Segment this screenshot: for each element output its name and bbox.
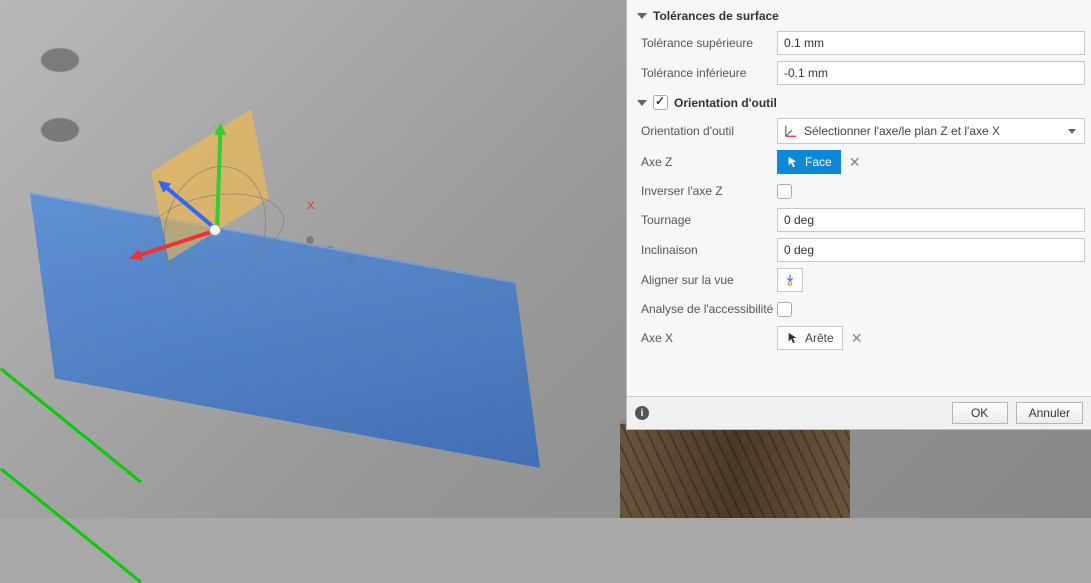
label-axis-z: Axe Z [641,155,777,169]
checkbox-tool-orientation[interactable] [653,95,668,110]
label-turning: Tournage [641,213,777,227]
row-align-view: Aligner sur la vue [633,265,1091,295]
chevron-down-icon [1068,129,1076,134]
cursor-icon [786,331,800,345]
clear-axis-x[interactable]: ✕ [849,330,865,347]
info-icon[interactable]: i [635,406,649,420]
button-align-view[interactable] [777,268,803,292]
chip-axis-z-face[interactable]: Face [777,150,841,174]
triad-origin[interactable] [209,224,221,236]
input-upper-tolerance[interactable] [777,31,1085,55]
row-axis-z: Axe Z Face ✕ [633,147,1091,177]
label-lower-tolerance: Tolérance inférieure [641,66,777,80]
label-axis-x: Axe X [641,331,777,345]
caret-down-icon [637,13,647,19]
label-accessibility: Analyse de l'accessibilité [641,302,777,316]
label-tilt: Inclinaison [641,243,777,257]
chip-axis-x-edge[interactable]: Arête [777,326,843,350]
checkbox-accessibility[interactable] [777,302,792,317]
cursor-icon [786,155,800,169]
row-invert-z: Inverser l'axe Z [633,177,1091,205]
chip-label: Face [805,155,832,169]
section-title: Tolérances de surface [653,9,779,23]
panel-body: Tolérances de surface Tolérance supérieu… [627,0,1091,396]
row-accessibility: Analyse de l'accessibilité [633,295,1091,323]
label-invert-z: Inverser l'axe Z [641,184,777,198]
section-surface-tolerance[interactable]: Tolérances de surface [633,2,1091,28]
input-lower-tolerance[interactable] [777,61,1085,85]
section-title: Orientation d'outil [674,96,777,110]
triad-y-label: Y [214,125,218,137]
label-orientation: Orientation d'outil [641,124,777,138]
row-axis-x: Axe X Arête ✕ [633,323,1091,353]
row-turning: Tournage [633,205,1091,235]
selected-face[interactable] [30,192,540,468]
section-tool-orientation[interactable]: Orientation d'outil [633,88,1091,115]
dropdown-value: Sélectionner l'axe/le plan Z et l'axe X [804,124,1000,138]
triad-x-label: X [307,200,311,212]
row-upper-tolerance: Tolérance supérieure [633,28,1091,58]
checkbox-invert-z[interactable] [777,184,792,199]
label-upper-tolerance: Tolérance supérieure [641,36,777,50]
align-view-icon [783,273,797,287]
dropdown-orientation[interactable]: Sélectionner l'axe/le plan Z et l'axe X [777,118,1085,144]
row-tilt: Inclinaison [633,235,1091,265]
properties-panel: Tolérances de surface Tolérance supérieu… [626,0,1091,430]
row-lower-tolerance: Tolérance inférieure [633,58,1091,88]
panel-footer: i OK Annuler [627,396,1091,429]
model-fixture [620,420,850,518]
ok-button[interactable]: OK [952,402,1008,424]
input-tilt[interactable] [777,238,1085,262]
row-orientation: Orientation d'outil Sélectionner l'axe/l… [633,115,1091,147]
sketch-line [0,468,142,583]
caret-down-icon [637,100,647,106]
label-align-view: Aligner sur la vue [641,273,777,287]
orientation-triad[interactable]: Y X [215,230,216,231]
axes-icon [784,124,798,138]
input-turning[interactable] [777,208,1085,232]
chip-label: Arête [805,331,834,345]
clear-axis-z[interactable]: ✕ [847,154,863,171]
cancel-button[interactable]: Annuler [1016,402,1083,424]
